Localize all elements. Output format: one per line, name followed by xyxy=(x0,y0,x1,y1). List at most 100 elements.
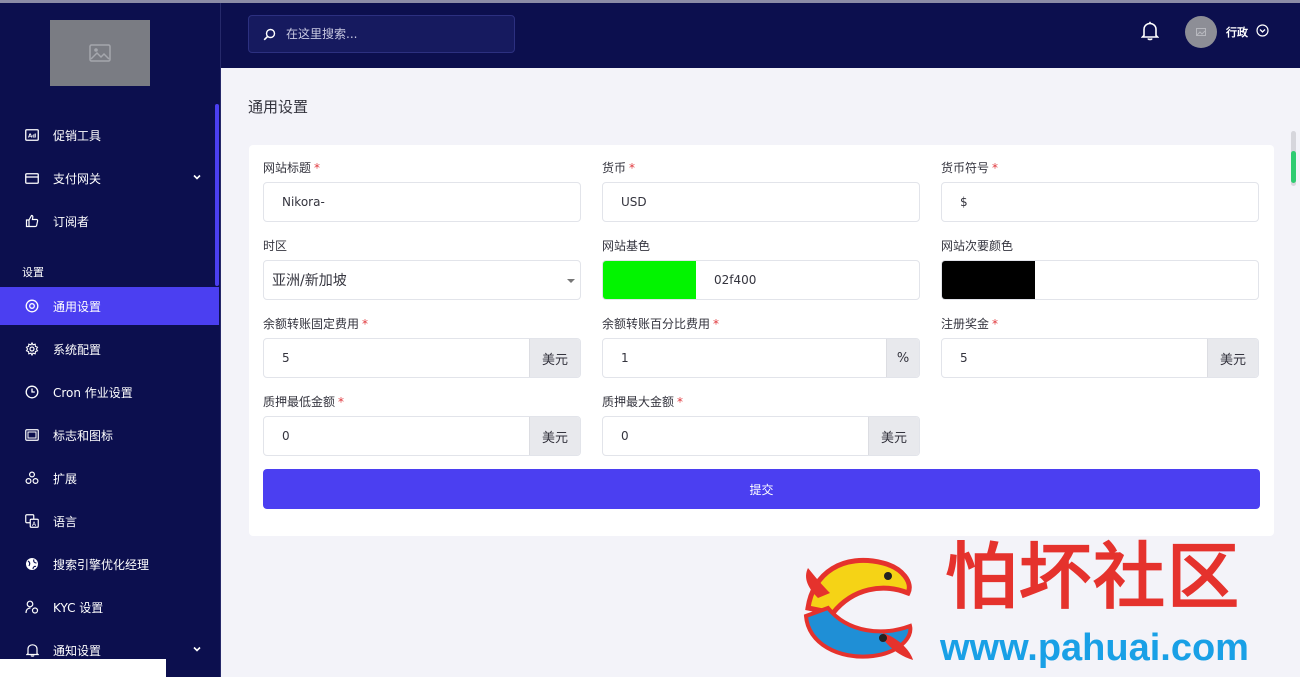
sidebar-item-extensions[interactable]: 扩展 xyxy=(0,459,219,497)
sidebar-item-label: 语言 xyxy=(53,514,78,529)
sidebar-item-payment-gateways[interactable]: 支付网关 xyxy=(0,159,219,197)
currency-symbol-input[interactable] xyxy=(942,183,1258,221)
notification-bell-icon[interactable] xyxy=(1141,21,1159,41)
caret-down-icon xyxy=(567,279,575,283)
base-color-input[interactable] xyxy=(696,261,919,299)
secondary-color-label: 网站次要颜色 xyxy=(941,239,1014,253)
secondary-color-group: 网站次要颜色 xyxy=(941,237,1259,300)
language-icon: A xyxy=(25,514,39,528)
site-title-group: 网站标题 * xyxy=(263,159,581,222)
currency-addon: 美元 xyxy=(529,417,580,455)
currency-symbol-group: 货币符号 * xyxy=(941,159,1259,222)
sidebar-item-logo-favicon[interactable]: 标志和图标 xyxy=(0,416,219,454)
transfer-fixed-fee-label: 余额转账固定费用 * xyxy=(263,317,369,331)
clock-icon xyxy=(25,385,39,399)
watermark-fish-logo xyxy=(803,557,913,660)
sidebar-item-label: 订阅者 xyxy=(53,214,90,229)
transfer-percent-fee-input[interactable] xyxy=(603,339,886,377)
avatar[interactable] xyxy=(1185,16,1217,48)
sidebar-section-settings: 设置 xyxy=(22,266,44,279)
image-icon xyxy=(89,44,111,62)
cubes-icon xyxy=(25,471,39,485)
currency-addon: 美元 xyxy=(868,417,919,455)
images-icon xyxy=(25,428,39,442)
timezone-group: 时区 亚洲/新加坡 xyxy=(263,237,581,300)
user-name[interactable]: 行政 xyxy=(1226,24,1248,40)
user-gear-icon xyxy=(25,600,39,614)
sidebar-item-label: 支付网关 xyxy=(53,171,102,186)
sidebar-item-language[interactable]: A 语言 xyxy=(0,502,219,540)
stake-min-input[interactable] xyxy=(264,417,529,455)
base-color-label: 网站基色 xyxy=(602,239,651,253)
sidebar-item-label: 促销工具 xyxy=(53,128,102,143)
transfer-fixed-fee-input[interactable] xyxy=(264,339,529,377)
currency-symbol-label: 货币符号 * xyxy=(941,161,999,175)
sidebar-item-subscribers[interactable]: 订阅者 xyxy=(0,202,219,240)
search-bar[interactable] xyxy=(248,15,515,53)
submit-button[interactable]: 提交 xyxy=(263,469,1260,509)
search-input[interactable] xyxy=(286,27,496,41)
watermark-url: www.pahuai.com xyxy=(940,627,1249,669)
thumbs-up-icon xyxy=(25,214,39,228)
sidebar-item-label: 标志和图标 xyxy=(53,428,114,443)
sidebar-item-kyc-settings[interactable]: KYC 设置 xyxy=(0,588,219,626)
transfer-percent-fee-label: 余额转账百分比费用 * xyxy=(602,317,720,331)
currency-label: 货币 * xyxy=(602,161,636,175)
logo-placeholder[interactable] xyxy=(50,20,150,86)
chevron-down-icon xyxy=(193,646,201,652)
site-title-input[interactable] xyxy=(264,183,580,221)
settings-circle-icon xyxy=(25,299,39,313)
sidebar-bottom-panel xyxy=(0,659,166,677)
transfer-fixed-fee-group: 余额转账固定费用* 美元 xyxy=(263,315,581,378)
timezone-value: 亚洲/新加坡 xyxy=(272,273,347,289)
stake-max-input[interactable] xyxy=(603,417,868,455)
stake-min-group: 质押最低金额* 美元 xyxy=(263,393,581,456)
secondary-color-input[interactable] xyxy=(1035,261,1258,299)
sidebar-item-label: 通知设置 xyxy=(53,643,102,658)
signup-bonus-input[interactable] xyxy=(942,339,1207,377)
sidebar-item-label: 系统配置 xyxy=(53,342,102,357)
sidebar-item-label: 搜索引擎优化经理 xyxy=(53,557,150,572)
settings-form-card: 网站标题* 货币* 货币符号* 时区 亚洲/新加坡 网站基色 网站次要颜色 余额… xyxy=(249,145,1274,536)
svg-text:Ad: Ad xyxy=(28,134,36,140)
image-icon xyxy=(1196,28,1206,36)
percent-addon: % xyxy=(886,339,919,377)
sidebar-item-label: KYC 设置 xyxy=(53,600,104,615)
sidebar-item-system-config[interactable]: 系统配置 xyxy=(0,330,219,368)
base-color-swatch[interactable] xyxy=(603,261,696,299)
page-scrollbar[interactable] xyxy=(1291,131,1296,186)
signup-bonus-label: 注册奖金 * xyxy=(941,317,999,331)
currency-addon: 美元 xyxy=(1207,339,1258,377)
sidebar-item-general-settings[interactable]: 通用设置 xyxy=(0,287,219,325)
top-header: 行政 xyxy=(221,0,1300,68)
transfer-percent-fee-group: 余额转账百分比费用* % xyxy=(602,315,920,378)
top-border xyxy=(0,0,1300,3)
signup-bonus-group: 注册奖金* 美元 xyxy=(941,315,1259,378)
base-color-group: 网站基色 xyxy=(602,237,920,300)
globe-icon xyxy=(25,557,39,571)
secondary-color-swatch[interactable] xyxy=(942,261,1035,299)
ad-icon: Ad xyxy=(25,128,39,142)
sidebar-item-promotion-tools[interactable]: Ad 促销工具 xyxy=(0,116,219,154)
bell-icon xyxy=(25,643,39,657)
chevron-down-circle-icon[interactable] xyxy=(1256,24,1269,37)
credit-card-icon xyxy=(25,171,39,185)
site-title-label: 网站标题 * xyxy=(263,161,321,175)
sidebar-item-label: 扩展 xyxy=(53,471,78,486)
currency-group: 货币 * xyxy=(602,159,920,222)
stake-max-label: 质押最大金额 * xyxy=(602,395,684,409)
currency-input[interactable] xyxy=(603,183,919,221)
stake-min-label: 质押最低金额 * xyxy=(263,395,345,409)
search-icon xyxy=(263,28,276,40)
stake-max-group: 质押最大金额* 美元 xyxy=(602,393,920,456)
timezone-label: 时区 xyxy=(263,239,288,253)
sidebar-item-label: Cron 作业设置 xyxy=(53,385,133,400)
timezone-select[interactable]: 亚洲/新加坡 xyxy=(263,260,581,300)
watermark-text: 怕坏社区 xyxy=(945,534,1242,619)
chevron-down-icon xyxy=(193,174,201,180)
gear-icon xyxy=(25,342,39,356)
page-title: 通用设置 xyxy=(248,98,309,116)
sidebar-item-label: 通用设置 xyxy=(53,299,102,314)
sidebar-item-seo-manager[interactable]: 搜索引擎优化经理 xyxy=(0,545,219,583)
sidebar-item-cron-settings[interactable]: Cron 作业设置 xyxy=(0,373,219,411)
